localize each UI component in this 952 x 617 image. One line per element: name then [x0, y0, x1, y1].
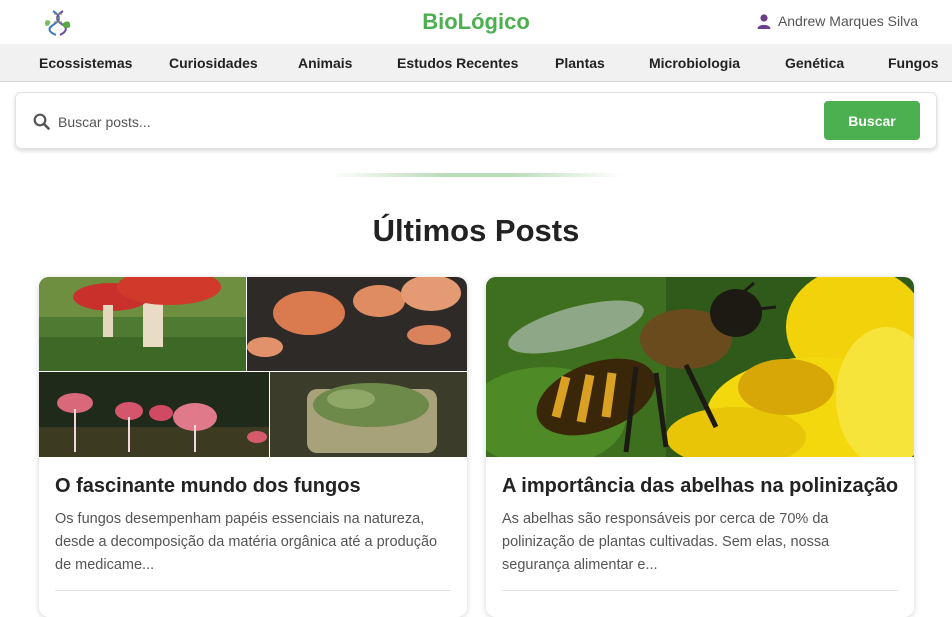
user-icon — [757, 13, 771, 29]
nav-item-animais[interactable]: Animais — [298, 55, 352, 71]
bee-on-yellow-flower-photo[interactable] — [486, 277, 914, 457]
section-divider — [330, 173, 622, 177]
fungi-collage-photo[interactable] — [39, 277, 467, 457]
post-excerpt: As abelhas são responsáveis por cerca de… — [502, 511, 830, 573]
nav-item-genetica[interactable]: Genética — [785, 55, 844, 71]
nav-item-curiosidades[interactable]: Curiosidades — [169, 55, 258, 71]
search-input[interactable] — [56, 103, 820, 141]
user-menu[interactable]: Andrew Marques Silva — [757, 13, 918, 29]
nav-item-ecossistemas[interactable]: Ecossistemas — [39, 55, 132, 71]
post-card[interactable]: A importância das abelhas na polinização… — [486, 277, 914, 617]
nav-item-microbiologia[interactable]: Microbiologia — [649, 55, 740, 71]
search-bar: Buscar — [15, 92, 937, 149]
card-separator — [55, 590, 451, 591]
nav-item-estudos-recentes[interactable]: Estudos Recentes — [397, 55, 518, 71]
site-header: BioLógico Andrew Marques Silva — [0, 0, 952, 44]
card-separator — [502, 590, 898, 591]
nav-item-fungos[interactable]: Fungos — [888, 55, 939, 71]
nav-item-plantas[interactable]: Plantas — [555, 55, 605, 71]
search-icon — [33, 113, 50, 130]
post-excerpt: Os fungos desempenham papéis essenciais … — [55, 511, 438, 573]
section-title: Últimos Posts — [372, 213, 580, 248]
user-name: Andrew Marques Silva — [777, 13, 918, 29]
post-title[interactable]: O fascinante mundo dos fungos — [55, 475, 361, 498]
category-nav: Ecossistemas Curiosidades Animais Estudo… — [0, 44, 952, 82]
post-card[interactable]: O fascinante mundo dos fungos Os fungos … — [39, 277, 467, 617]
search-button[interactable]: Buscar — [824, 101, 920, 140]
post-title[interactable]: A importância das abelhas na polinização — [502, 475, 898, 498]
